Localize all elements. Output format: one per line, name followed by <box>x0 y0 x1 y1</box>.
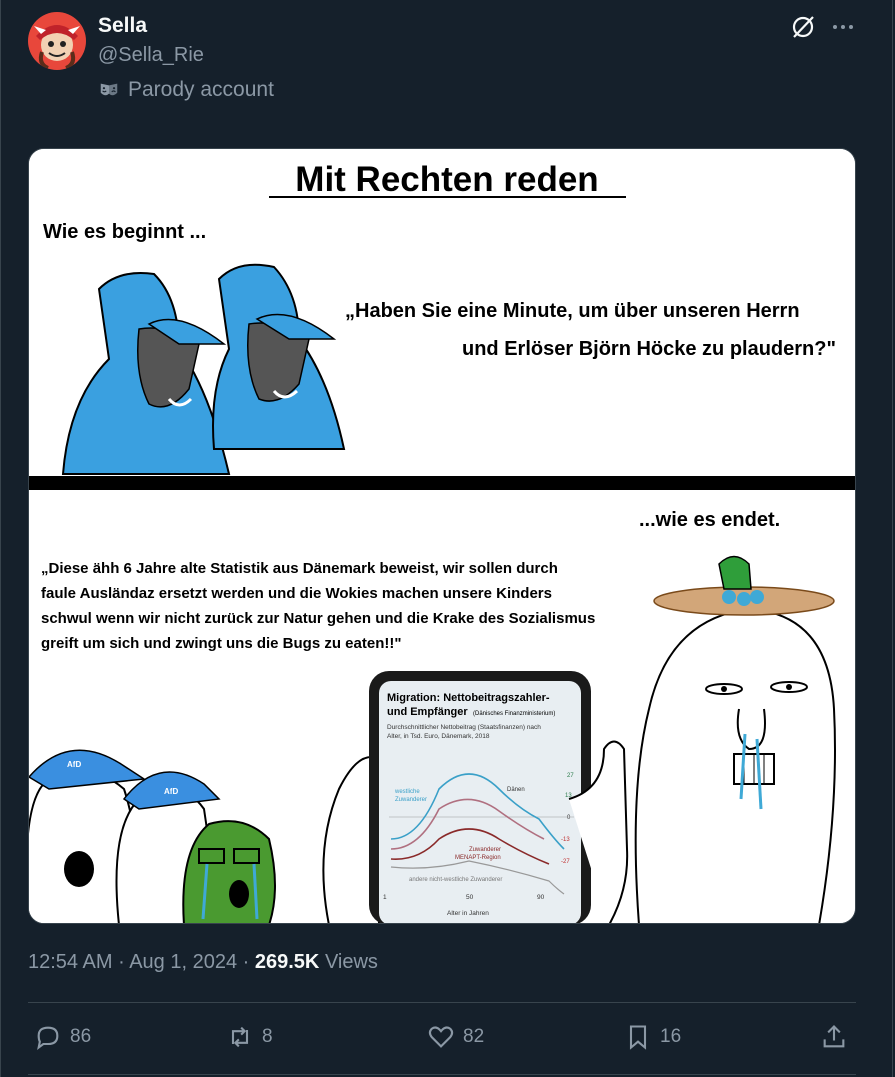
repost-count: 8 <box>262 1026 273 1047</box>
repost-icon <box>231 1026 249 1048</box>
parody-label-text: Parody account <box>128 78 274 101</box>
cap-logo-1: AfD <box>67 760 81 769</box>
phone-title-2: und Empfänger <box>387 706 468 718</box>
phone-xlabel: Alter in Jahren <box>447 910 489 917</box>
grok-icon[interactable] <box>790 14 816 40</box>
cap-logo-2: AfD <box>164 787 178 796</box>
phone-tick-50: 50 <box>466 894 474 901</box>
phone-tick-90: 90 <box>537 894 545 901</box>
views-label: Views <box>324 951 378 973</box>
reply-count: 86 <box>70 1026 92 1047</box>
meme-bottom-caption: ...wie es endet. <box>639 509 780 531</box>
author-name[interactable]: Sella <box>98 14 147 38</box>
meme-top-quote-2: und Erlöser Björn Höcke zu plaudern?" <box>462 338 836 360</box>
phone-title-1: Migration: Nettobeitragszahler- <box>387 692 550 704</box>
meme-top-caption: Wie es beginnt ... <box>43 221 206 243</box>
phone-title-source: (Dänisches Finanzministerium) <box>473 711 555 717</box>
meme-bottom-quote-3: schwul wenn wir nicht zurück zur Natur g… <box>41 610 595 627</box>
meta-separator: · <box>242 951 250 973</box>
phone-subtitle-2: Alter, in Tsd. Euro, Dänemark, 2018 <box>387 733 490 740</box>
more-icon[interactable] <box>830 14 856 40</box>
reply-button[interactable]: 86 <box>34 1021 91 1053</box>
tweet-image[interactable]: Mit Rechten reden Wie es beginnt ... „Ha… <box>28 148 856 924</box>
phone-ytick-m13: -13 <box>561 837 570 843</box>
bookmark-count: 16 <box>660 1026 682 1047</box>
divider <box>28 1002 856 1003</box>
bookmark-icon <box>629 1025 647 1050</box>
repost-button[interactable]: 8 <box>226 1021 273 1053</box>
phone-label-western-2: Zuwanderer <box>395 797 427 803</box>
parody-label: Parody account <box>98 78 274 102</box>
meme-image: Mit Rechten reden Wie es beginnt ... „Ha… <box>29 149 855 923</box>
avatar[interactable] <box>28 12 86 70</box>
phone-subtitle-1: Durchschnittlicher Nettobeitrag (Staatsf… <box>387 724 541 731</box>
meme-bottom-quote-4: greift um sich und zwingt uns die Bugs z… <box>41 635 401 652</box>
meme-bottom-quote-1: „Diese ähh 6 Jahre alte Statistik aus Dä… <box>41 560 558 577</box>
tweet-date[interactable]: Aug 1, 2024 <box>129 951 237 973</box>
meme-top-quote-1: „Haben Sie eine Minute, um über unseren … <box>345 300 800 322</box>
phone-ytick-27: 27 <box>567 773 574 779</box>
meme-title: Mit Rechten reden <box>295 160 598 199</box>
tweet-time[interactable]: 12:54 AM <box>28 951 113 973</box>
author-handle[interactable]: @Sella_Rie <box>98 44 204 67</box>
views-count: 269.5K <box>254 951 320 973</box>
share-button[interactable] <box>820 1021 848 1053</box>
parody-mask-icon <box>100 83 118 96</box>
meta-separator: · <box>118 951 125 973</box>
phone-label-menapt-1: Zuwanderer <box>469 847 501 853</box>
phone-ytick-m27: -27 <box>561 859 570 865</box>
phone-label-danes: Dänen <box>507 787 525 793</box>
like-button[interactable]: 82 <box>427 1021 484 1053</box>
phone-label-western: westliche <box>394 789 420 795</box>
heart-icon <box>428 1026 454 1048</box>
phone-label-menapt-2: MENAPT-Region <box>455 855 501 861</box>
tweet-meta: 12:54 AM · Aug 1, 2024 · 269.5K Views <box>28 951 378 974</box>
bookmark-button[interactable]: 16 <box>624 1021 681 1053</box>
divider <box>28 1074 856 1075</box>
reply-icon <box>37 1026 59 1050</box>
like-count: 82 <box>463 1026 485 1047</box>
meme-bottom-quote-2: faule Ausländaz ersetzt werden und die W… <box>41 585 552 602</box>
phone-tick-1: 1 <box>383 894 387 901</box>
phone-label-other: andere nicht-westliche Zuwanderer <box>409 877 502 883</box>
share-icon <box>823 1025 845 1048</box>
